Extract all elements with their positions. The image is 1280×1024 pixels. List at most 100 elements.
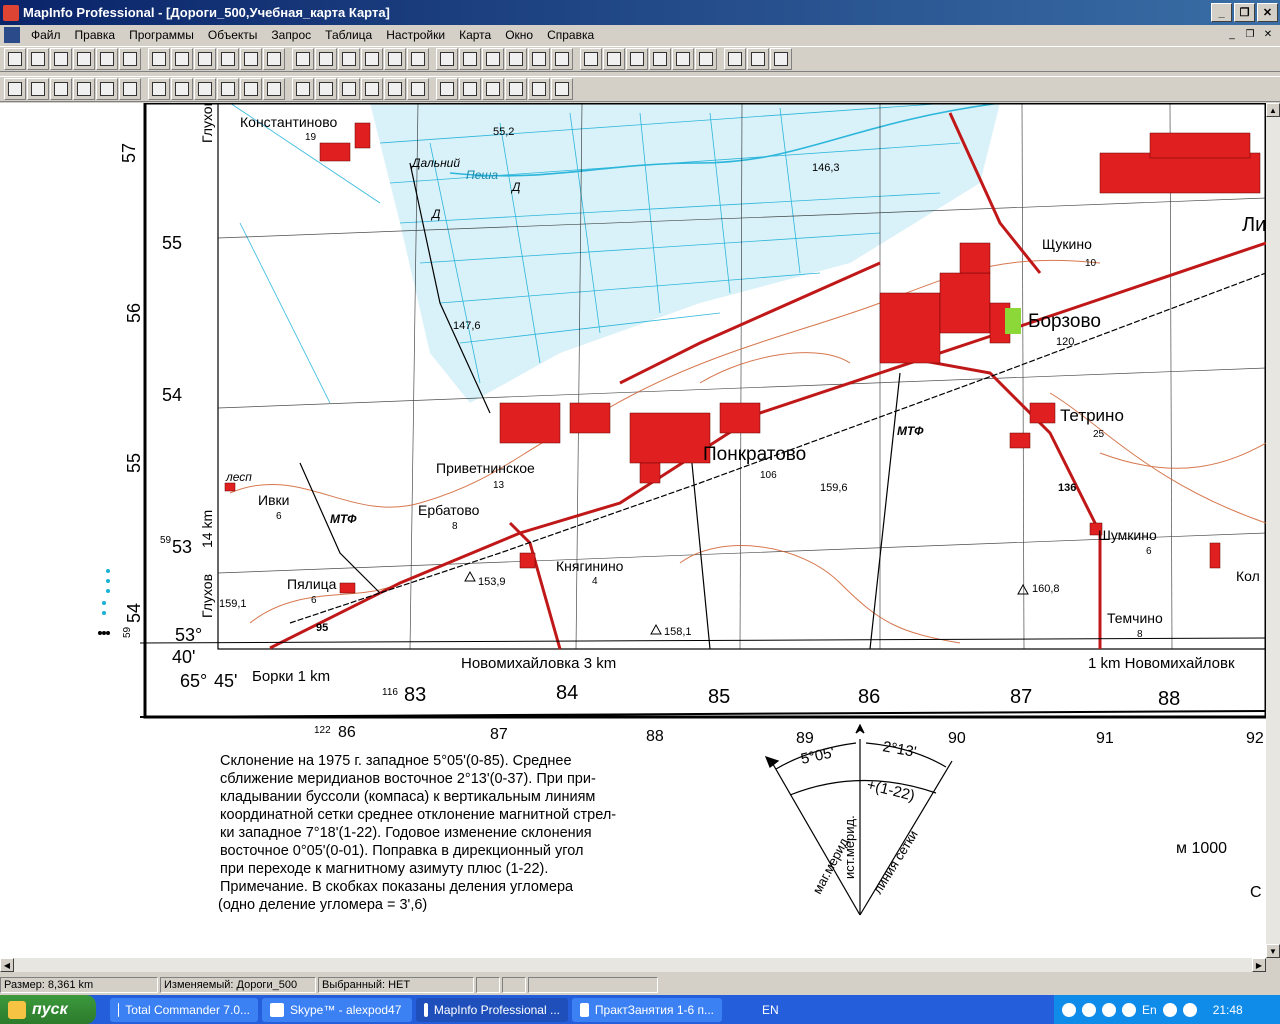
scroll-left-arrow-icon[interactable]: ◀ <box>0 958 14 972</box>
new-button[interactable] <box>4 48 26 70</box>
radius-button[interactable] <box>50 78 72 100</box>
polyline-button[interactable] <box>407 48 429 70</box>
change-view-button[interactable] <box>240 78 262 100</box>
tool-button[interactable] <box>770 48 792 70</box>
undo-button[interactable] <box>217 48 239 70</box>
network-icon[interactable] <box>1082 1002 1096 1017</box>
mdi-close-button[interactable]: ✕ <box>1260 27 1276 41</box>
task-total-commander[interactable]: Total Commander 7.0... <box>110 997 258 1022</box>
rectangle-button[interactable] <box>505 48 527 70</box>
add-node-button[interactable] <box>626 48 648 70</box>
polygon-select-button[interactable] <box>73 78 95 100</box>
menu-options[interactable]: Настройки <box>379 28 452 42</box>
info-button[interactable] <box>292 78 314 100</box>
task-mapinfo[interactable]: MapInfo Professional ... <box>416 997 568 1022</box>
graph-button[interactable] <box>292 48 314 70</box>
set-clip-button[interactable] <box>505 78 527 100</box>
clip-button[interactable] <box>482 78 504 100</box>
tray-language[interactable]: En <box>1142 1003 1157 1017</box>
map-button[interactable] <box>263 48 285 70</box>
text-button[interactable] <box>551 48 573 70</box>
report-button[interactable] <box>551 78 573 100</box>
mdi-restore-button[interactable]: ❐ <box>1242 27 1258 41</box>
paste-button[interactable] <box>194 48 216 70</box>
menu-objects[interactable]: Объекты <box>201 28 265 42</box>
scroll-right-arrow-icon[interactable]: ▶ <box>1252 958 1266 972</box>
scroll-down-arrow-icon[interactable]: ▼ <box>1266 944 1280 958</box>
unselect-button[interactable] <box>119 78 141 100</box>
scale-button[interactable] <box>407 78 429 100</box>
antivirus-icon[interactable] <box>1162 1002 1177 1017</box>
layer-control-button[interactable] <box>384 78 406 100</box>
table-button[interactable] <box>50 48 72 70</box>
symbol-style-button[interactable] <box>649 48 671 70</box>
legend-button[interactable] <box>436 78 458 100</box>
scroll-up-arrow-icon[interactable]: ▲ <box>1266 103 1280 117</box>
statistics-button[interactable] <box>459 78 481 100</box>
menu-table[interactable]: Таблица <box>318 28 379 42</box>
horizontal-scrollbar[interactable]: ◀ ▶ <box>0 958 1266 972</box>
status-selected[interactable]: Выбранный: НЕТ <box>318 977 474 993</box>
menu-edit[interactable]: Правка <box>68 28 123 42</box>
open-button[interactable] <box>27 48 49 70</box>
grabber-button[interactable] <box>263 78 285 100</box>
label-button[interactable] <box>338 78 360 100</box>
help-button[interactable] <box>338 48 360 70</box>
frame-button[interactable] <box>580 48 602 70</box>
vertical-scrollbar[interactable]: ▲ ▼ <box>1266 103 1280 958</box>
menu-window[interactable]: Окно <box>498 28 540 42</box>
close-button[interactable]: ✕ <box>1257 3 1278 22</box>
clock[interactable]: 21:48 <box>1213 1003 1243 1017</box>
line-style-button[interactable] <box>672 48 694 70</box>
marquee-button[interactable] <box>27 78 49 100</box>
runner-button[interactable] <box>747 48 769 70</box>
volume-icon[interactable] <box>1182 1002 1197 1017</box>
line-button[interactable] <box>384 48 406 70</box>
region-style-button[interactable] <box>695 48 717 70</box>
select-button[interactable] <box>4 78 26 100</box>
reshape-button[interactable] <box>603 48 625 70</box>
mapinfo-app-icon[interactable] <box>3 4 19 21</box>
menu-tools[interactable]: Программы <box>122 28 201 42</box>
print-button[interactable] <box>119 48 141 70</box>
mdi-minimize-button[interactable]: _ <box>1224 27 1240 41</box>
menu-help[interactable]: Справка <box>540 28 601 42</box>
arc-button[interactable] <box>436 48 458 70</box>
skype-tray-icon[interactable] <box>1102 1002 1116 1017</box>
boundary-button[interactable] <box>96 78 118 100</box>
road-number-136: 136 <box>1058 482 1076 494</box>
topographic-map[interactable]: Константиново 19 Щукино 10 Борзово Тетри… <box>0 103 1266 958</box>
workspace-button[interactable] <box>73 48 95 70</box>
copy-button[interactable] <box>171 48 193 70</box>
text-style-button[interactable] <box>724 48 746 70</box>
menu-file[interactable]: Файл <box>24 28 68 42</box>
drag-window-button[interactable] <box>361 78 383 100</box>
language-indicator[interactable]: EN <box>762 1003 779 1017</box>
task-skype[interactable]: Skype™ - alexpod47 <box>262 997 412 1022</box>
symbol-button[interactable] <box>361 48 383 70</box>
ellipse-button[interactable] <box>482 48 504 70</box>
save-button[interactable] <box>96 48 118 70</box>
ruler-button[interactable] <box>315 78 337 100</box>
menu-map[interactable]: Карта <box>452 28 498 42</box>
map-window[interactable]: Константиново 19 Щукино 10 Борзово Тетри… <box>0 103 1266 958</box>
minimize-button[interactable]: _ <box>1211 3 1232 22</box>
polygon-button[interactable] <box>459 48 481 70</box>
task-word-document[interactable]: ПрактЗанятия 1-6 п... <box>572 997 722 1022</box>
security-icon[interactable] <box>1122 1002 1136 1017</box>
zoom-in-button[interactable] <box>194 78 216 100</box>
status-editable-layer[interactable]: Изменяемый: Дороги_500 <box>160 977 316 993</box>
menu-query[interactable]: Запрос <box>264 28 318 42</box>
back-arrow-icon[interactable] <box>1062 1002 1076 1017</box>
map-window-icon[interactable] <box>4 27 20 43</box>
start-button[interactable]: пуск <box>0 995 96 1024</box>
layout-button[interactable] <box>315 48 337 70</box>
browser-button[interactable] <box>240 48 262 70</box>
invert-button[interactable] <box>148 78 170 100</box>
restore-button[interactable]: ❐ <box>1234 3 1255 22</box>
zoom-out-button[interactable] <box>217 78 239 100</box>
graph-select-button[interactable] <box>171 78 193 100</box>
hotlink-button[interactable] <box>528 78 550 100</box>
rounded-rect-button[interactable] <box>528 48 550 70</box>
cut-button[interactable] <box>148 48 170 70</box>
